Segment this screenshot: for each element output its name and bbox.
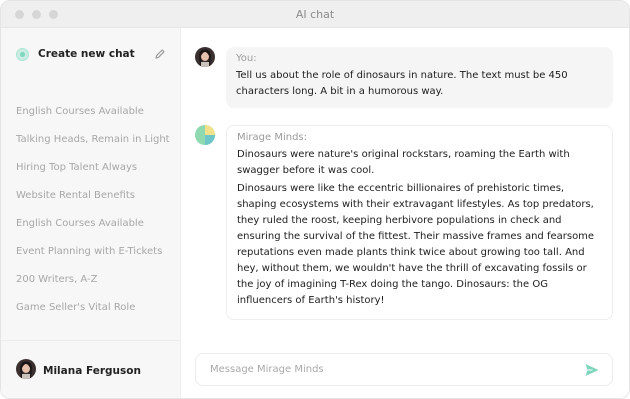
message-composer xyxy=(195,353,613,386)
window-title: AI chat xyxy=(295,7,335,21)
message-text: Tell us about the role of dinosaurs in n… xyxy=(236,70,568,97)
user-message: You: Tell us about the role of dinosaurs… xyxy=(195,47,613,108)
ai-message: Mirage Minds: Dinosaurs were nature's or… xyxy=(195,125,613,320)
message-text: Dinosaurs were nature's original rocksta… xyxy=(237,147,602,309)
chat-history-item[interactable]: 200 Writers, A-Z xyxy=(16,266,180,294)
user-message-bubble: You: Tell us about the role of dinosaurs… xyxy=(226,47,613,108)
user-name: Milana Ferguson xyxy=(43,364,141,377)
chat-history-list: English Courses Available Talking Heads,… xyxy=(1,98,180,322)
message-sender: You: xyxy=(236,53,257,64)
user-message-avatar xyxy=(195,47,215,71)
user-profile[interactable]: Milana Ferguson xyxy=(1,340,180,398)
send-icon[interactable] xyxy=(584,362,600,378)
sidebar: Create new chat English Courses Availabl… xyxy=(1,28,181,398)
create-new-chat-button[interactable]: Create new chat xyxy=(1,28,180,80)
chat-history-item[interactable]: English Courses Available xyxy=(16,98,180,126)
chat-history-item[interactable]: Event Planning with E-Tickets xyxy=(16,238,180,266)
ai-avatar-icon xyxy=(195,125,215,149)
pencil-icon[interactable] xyxy=(154,48,166,60)
ai-message-bubble: Mirage Minds: Dinosaurs were nature's or… xyxy=(226,125,613,320)
chat-history-item[interactable]: Website Rental Benefits xyxy=(16,182,180,210)
title-bar: AI chat xyxy=(1,1,629,28)
message-paragraph: Dinosaurs were like the eccentric billio… xyxy=(237,183,595,306)
app-window: AI chat Create new chat English Courses … xyxy=(0,0,630,399)
chat-panel: You: Tell us about the role of dinosaurs… xyxy=(181,28,629,398)
user-avatar xyxy=(16,358,36,383)
new-chat-icon xyxy=(16,47,29,61)
chat-history-item[interactable]: Game Seller's Vital Role xyxy=(16,294,180,322)
new-chat-label: Create new chat xyxy=(38,48,135,60)
chat-history-item[interactable]: Hiring Top Talent Always xyxy=(16,154,180,182)
message-paragraph: Dinosaurs were nature's original rocksta… xyxy=(237,149,570,176)
chat-history-item[interactable]: English Courses Available xyxy=(16,210,180,238)
message-sender: Mirage Minds: xyxy=(237,132,307,143)
chat-history-item[interactable]: Talking Heads, Remain in Light xyxy=(16,126,180,154)
message-input[interactable] xyxy=(208,363,584,376)
